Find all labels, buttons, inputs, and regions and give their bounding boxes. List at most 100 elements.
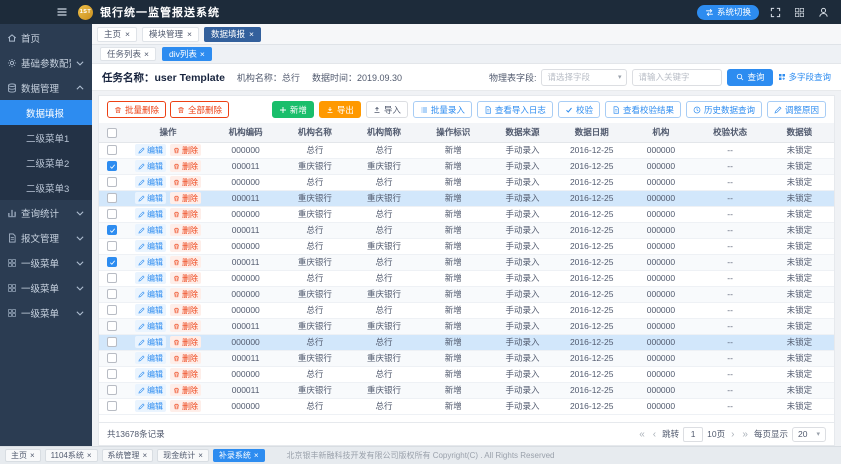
search-button[interactable]: 查询 bbox=[727, 69, 773, 86]
toolbar-right-button-8[interactable]: 调整原因 bbox=[767, 101, 826, 118]
tab-0[interactable]: 主页× bbox=[97, 27, 137, 42]
sidebar-item-8[interactable]: 报文管理 bbox=[0, 225, 92, 250]
table-row[interactable]: 编辑删除000000总行重庆银行新增手动录入2016-12-25000000--… bbox=[99, 238, 834, 254]
table-row[interactable]: 编辑删除000011重庆银行重庆银行新增手动录入2016-12-25000000… bbox=[99, 382, 834, 398]
field-select[interactable]: 请选择字段 ▾ bbox=[541, 69, 627, 86]
edit-button[interactable]: 编辑 bbox=[135, 256, 166, 268]
table-row[interactable]: 编辑删除000000总行总行新增手动录入2016-12-25000000--未锁… bbox=[99, 174, 834, 190]
per-page-select[interactable]: 20 ▾ bbox=[792, 427, 826, 442]
system-switch-button[interactable]: 系统切换 bbox=[697, 5, 759, 20]
sidebar-subitem-4[interactable]: 二级菜单1 bbox=[0, 125, 92, 150]
delete-button[interactable]: 删除 bbox=[170, 320, 201, 332]
delete-button[interactable]: 删除 bbox=[170, 352, 201, 364]
table-row[interactable]: 编辑删除000011总行总行新增手动录入2016-12-25000000--未锁… bbox=[99, 222, 834, 238]
bottom-tab-3[interactable]: 现金统计× bbox=[157, 449, 209, 462]
close-icon[interactable]: × bbox=[187, 30, 192, 39]
bottom-tab-2[interactable]: 系统管理× bbox=[102, 449, 154, 462]
sidebar-subitem-5[interactable]: 二级菜单2 bbox=[0, 150, 92, 175]
row-checkbox[interactable] bbox=[107, 401, 117, 411]
table-row[interactable]: 编辑删除000000总行总行新增手动录入2016-12-25000000--未锁… bbox=[99, 142, 834, 158]
edit-button[interactable]: 编辑 bbox=[135, 240, 166, 252]
toolbar-right-button-2[interactable]: 导入 bbox=[366, 101, 408, 118]
edit-button[interactable]: 编辑 bbox=[135, 144, 166, 156]
delete-button[interactable]: 删除 bbox=[170, 256, 201, 268]
row-checkbox[interactable] bbox=[107, 273, 117, 283]
sidebar-item-9[interactable]: 一级菜单 bbox=[0, 250, 92, 275]
close-icon[interactable]: × bbox=[200, 49, 205, 59]
next-page-button[interactable]: › bbox=[729, 429, 736, 440]
table-row[interactable]: 编辑删除000000重庆银行总行新增手动录入2016-12-25000000--… bbox=[99, 206, 834, 222]
edit-button[interactable]: 编辑 bbox=[135, 400, 166, 412]
row-checkbox[interactable] bbox=[107, 337, 117, 347]
bottom-tab-1[interactable]: 1104系统× bbox=[45, 449, 98, 462]
table-row[interactable]: 编辑删除000011重庆银行重庆银行新增手动录入2016-12-25000000… bbox=[99, 190, 834, 206]
delete-button[interactable]: 删除 bbox=[170, 272, 201, 284]
delete-button[interactable]: 删除 bbox=[170, 224, 201, 236]
close-icon[interactable]: × bbox=[254, 451, 259, 460]
grid-icon[interactable] bbox=[791, 4, 807, 20]
bottom-tab-0[interactable]: 主页× bbox=[5, 449, 41, 462]
fullscreen-icon[interactable] bbox=[767, 4, 783, 20]
table-row[interactable]: 编辑删除000011重庆银行重庆银行新增手动录入2016-12-25000000… bbox=[99, 350, 834, 366]
toolbar-right-button-3[interactable]: 批量录入 bbox=[413, 101, 472, 118]
first-page-button[interactable]: « bbox=[637, 429, 647, 440]
sub-tab-0[interactable]: 任务列表× bbox=[100, 47, 156, 61]
toolbar-right-button-1[interactable]: 导出 bbox=[319, 101, 361, 118]
sidebar-item-11[interactable]: 一级菜单 bbox=[0, 300, 92, 325]
last-page-button[interactable]: » bbox=[740, 429, 750, 440]
delete-button[interactable]: 删除 bbox=[170, 384, 201, 396]
toolbar-right-button-7[interactable]: 历史数据查询 bbox=[686, 101, 762, 118]
multi-field-link[interactable]: 多字段查询 bbox=[778, 71, 831, 83]
toolbar-left-button-1[interactable]: 全部删除 bbox=[170, 101, 229, 118]
row-checkbox[interactable] bbox=[107, 177, 117, 187]
toolbar-right-button-0[interactable]: 新增 bbox=[272, 101, 314, 118]
table-row[interactable]: 编辑删除000000总行总行新增手动录入2016-12-25000000--未锁… bbox=[99, 302, 834, 318]
toolbar-right-button-4[interactable]: 查看导入日志 bbox=[477, 101, 553, 118]
row-checkbox[interactable] bbox=[107, 225, 117, 235]
delete-button[interactable]: 删除 bbox=[170, 176, 201, 188]
edit-button[interactable]: 编辑 bbox=[135, 336, 166, 348]
row-checkbox[interactable] bbox=[107, 209, 117, 219]
keyword-input[interactable] bbox=[632, 69, 722, 86]
delete-button[interactable]: 删除 bbox=[170, 240, 201, 252]
sidebar-item-1[interactable]: 基础参数配置 bbox=[0, 50, 92, 75]
delete-button[interactable]: 删除 bbox=[170, 192, 201, 204]
edit-button[interactable]: 编辑 bbox=[135, 304, 166, 316]
row-checkbox[interactable] bbox=[107, 241, 117, 251]
table-row[interactable]: 编辑删除000000总行总行新增手动录入2016-12-25000000--未锁… bbox=[99, 270, 834, 286]
table-row[interactable]: 编辑删除000000总行总行新增手动录入2016-12-25000000--未锁… bbox=[99, 334, 834, 350]
close-icon[interactable]: × bbox=[198, 451, 203, 460]
sub-tab-1[interactable]: div列表× bbox=[162, 47, 212, 61]
edit-button[interactable]: 编辑 bbox=[135, 272, 166, 284]
edit-button[interactable]: 编辑 bbox=[135, 160, 166, 172]
delete-button[interactable]: 删除 bbox=[170, 208, 201, 220]
toolbar-right-button-5[interactable]: 校验 bbox=[558, 101, 600, 118]
close-icon[interactable]: × bbox=[125, 30, 130, 39]
page-input[interactable] bbox=[683, 427, 703, 442]
delete-button[interactable]: 删除 bbox=[170, 288, 201, 300]
close-icon[interactable]: × bbox=[30, 451, 35, 460]
tab-1[interactable]: 模块管理× bbox=[142, 27, 199, 42]
row-checkbox[interactable] bbox=[107, 385, 117, 395]
close-icon[interactable]: × bbox=[87, 451, 92, 460]
row-checkbox[interactable] bbox=[107, 305, 117, 315]
edit-button[interactable]: 编辑 bbox=[135, 368, 166, 380]
edit-button[interactable]: 编辑 bbox=[135, 352, 166, 364]
table-row[interactable]: 编辑删除000000重庆银行重庆银行新增手动录入2016-12-25000000… bbox=[99, 286, 834, 302]
close-icon[interactable]: × bbox=[143, 451, 148, 460]
row-checkbox[interactable] bbox=[107, 161, 117, 171]
select-all-checkbox[interactable] bbox=[107, 128, 117, 138]
row-checkbox[interactable] bbox=[107, 257, 117, 267]
table-row[interactable]: 编辑删除000011重庆银行总行新增手动录入2016-12-25000000--… bbox=[99, 254, 834, 270]
edit-button[interactable]: 编辑 bbox=[135, 208, 166, 220]
edit-button[interactable]: 编辑 bbox=[135, 176, 166, 188]
edit-button[interactable]: 编辑 bbox=[135, 384, 166, 396]
delete-button[interactable]: 删除 bbox=[170, 160, 201, 172]
table-row[interactable]: 编辑删除000011重庆银行重庆银行新增手动录入2016-12-25000000… bbox=[99, 158, 834, 174]
delete-button[interactable]: 删除 bbox=[170, 400, 201, 412]
sidebar-item-2[interactable]: 数据管理 bbox=[0, 75, 92, 100]
table-row[interactable]: 编辑删除000000总行总行新增手动录入2016-12-25000000--未锁… bbox=[99, 398, 834, 414]
edit-button[interactable]: 编辑 bbox=[135, 288, 166, 300]
table-row[interactable]: 编辑删除000011重庆银行重庆银行新增手动录入2016-12-25000000… bbox=[99, 318, 834, 334]
sidebar-subitem-3[interactable]: 数据填报 bbox=[0, 100, 92, 125]
